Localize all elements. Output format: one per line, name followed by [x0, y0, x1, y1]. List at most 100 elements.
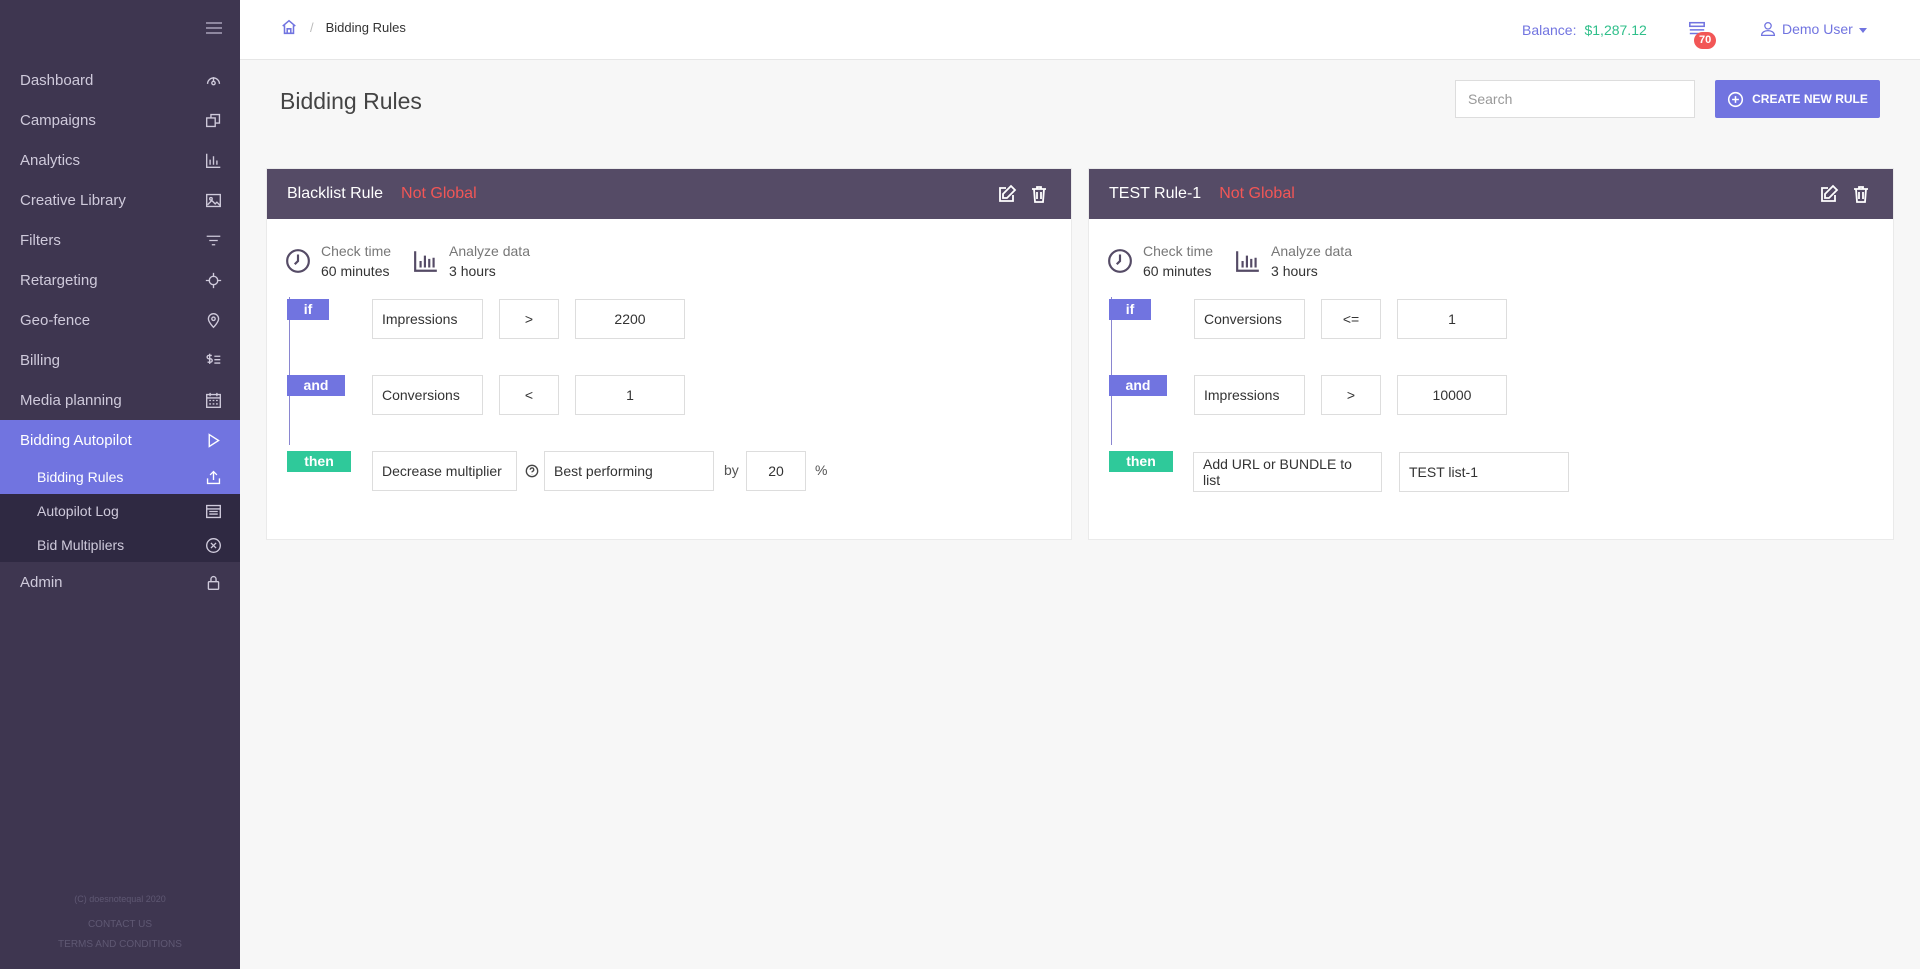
analyze-data: Analyze data 3 hours [413, 241, 530, 281]
if-keyword: if [287, 299, 329, 320]
dashboard-icon [206, 76, 221, 85]
bar-chart-icon [1236, 251, 1259, 272]
sidebar-footer: (C) doesnotequal 2020 CONTACT US TERMS A… [0, 889, 240, 955]
top-bar: / Bidding Rules Balance: $1,287.12 70 Dem… [240, 0, 1920, 60]
then-target-select[interactable]: Best performing [544, 451, 714, 491]
and-operator-select[interactable]: > [1321, 375, 1381, 415]
circle-x-icon [206, 537, 221, 553]
sidebar-item-label: Creative Library [20, 191, 126, 209]
check-time: Check time 60 minutes [285, 241, 391, 281]
and-metric-select[interactable]: Impressions [1194, 375, 1305, 415]
then-action-select[interactable]: Decrease multiplier [372, 451, 517, 491]
sidebar-item-dashboard[interactable]: Dashboard [0, 60, 240, 100]
check-time-value: 60 minutes [321, 263, 390, 279]
sidebar-item-media-planning[interactable]: Media planning [0, 380, 240, 420]
edit-icon[interactable] [1819, 184, 1839, 204]
rule-title: Blacklist Rule [287, 185, 384, 202]
user-icon [1760, 21, 1776, 37]
crosshair-icon [205, 272, 222, 288]
terms-link[interactable]: TERMS AND CONDITIONS [0, 935, 240, 955]
rule-status: Not Global [1219, 185, 1295, 202]
sidebar-item-label: Geo-fence [20, 311, 91, 329]
log-icon [206, 504, 221, 518]
trash-icon[interactable] [1029, 184, 1049, 204]
notifications-badge: 70 [1694, 32, 1717, 49]
sidebar-subitem-label: Autopilot Log [37, 503, 119, 519]
sidebar-item-label: Dashboard [20, 71, 94, 89]
create-new-rule-button[interactable]: CREATE NEW RULE [1715, 80, 1880, 118]
sidebar-item-retargeting[interactable]: Retargeting [0, 260, 240, 300]
breadcrumb: / Bidding Rules [280, 18, 406, 36]
if-value-input[interactable]: 1 [1397, 299, 1507, 339]
sidebar-nav: Dashboard Campaigns Analytics Creative L… [0, 60, 240, 602]
rule-card-header: Blacklist Rule Not Global [267, 169, 1071, 219]
user-name: Demo User [1782, 21, 1853, 37]
trash-icon[interactable] [1851, 184, 1871, 204]
if-metric-select[interactable]: Conversions [1194, 299, 1305, 339]
home-icon[interactable] [280, 18, 298, 36]
page-title: Bidding Rules [280, 88, 422, 114]
edit-icon[interactable] [997, 184, 1017, 204]
campaigns-icon [206, 113, 221, 127]
user-menu[interactable]: Demo User [1760, 21, 1867, 37]
and-operator-select[interactable]: < [499, 375, 559, 415]
search-input[interactable] [1455, 80, 1695, 118]
sidebar-item-billing[interactable]: Billing [0, 340, 240, 380]
sidebar-subitem-autopilot-log[interactable]: Autopilot Log [0, 494, 240, 528]
percent-label: % [815, 462, 828, 478]
if-value-input[interactable]: 2200 [575, 299, 685, 339]
then-value-input[interactable]: 20 [746, 451, 806, 491]
if-operator-select[interactable]: > [499, 299, 559, 339]
create-new-rule-label: CREATE NEW RULE [1752, 92, 1868, 106]
check-time-value: 60 minutes [1143, 263, 1212, 279]
sidebar-subitem-bidding-rules[interactable]: Bidding Rules [0, 460, 240, 494]
sidebar-item-campaigns[interactable]: Campaigns [0, 100, 240, 140]
if-operator-select[interactable]: <= [1321, 299, 1381, 339]
sidebar-subitem-label: Bidding Rules [37, 469, 124, 485]
analyze-data-label: Analyze data [1271, 243, 1352, 259]
sidebar-item-label: Analytics [20, 151, 81, 169]
hamburger-menu-icon[interactable] [206, 22, 222, 34]
check-time: Check time 60 minutes [1107, 241, 1213, 281]
sidebar-subnav: Bidding Rules Autopilot Log Bid Multipli… [0, 460, 240, 562]
analyze-data-value: 3 hours [449, 263, 496, 279]
rule-status: Not Global [401, 185, 477, 202]
if-metric-select[interactable]: Impressions [372, 299, 483, 339]
upload-icon [206, 470, 221, 484]
and-value-input[interactable]: 10000 [1397, 375, 1507, 415]
then-list-select[interactable]: TEST list-1 [1399, 452, 1569, 492]
chevron-down-icon [1858, 27, 1867, 33]
if-keyword: if [1109, 299, 1151, 320]
sidebar-item-analytics[interactable]: Analytics [0, 140, 240, 180]
sidebar-item-creative-library[interactable]: Creative Library [0, 180, 240, 220]
sidebar: Dashboard Campaigns Analytics Creative L… [0, 0, 240, 969]
sidebar-subitem-bid-multipliers[interactable]: Bid Multipliers [0, 528, 240, 562]
check-time-label: Check time [1143, 243, 1214, 259]
rule-card: TEST Rule-1 Not Global Check time 60 minu… [1088, 168, 1894, 540]
image-icon [206, 193, 221, 207]
help-icon[interactable] [525, 464, 539, 478]
sidebar-item-filters[interactable]: Filters [0, 220, 240, 260]
sidebar-item-label: Admin [20, 573, 63, 591]
balance: Balance: $1,287.12 [1522, 22, 1647, 38]
notifications-button[interactable]: 70 [1688, 20, 1717, 49]
analyze-data: Analyze data 3 hours [1235, 241, 1352, 281]
analyze-data-value: 3 hours [1271, 263, 1318, 279]
then-keyword: then [1109, 451, 1173, 472]
then-keyword: then [287, 451, 351, 472]
by-label: by [724, 462, 739, 478]
sidebar-item-admin[interactable]: Admin [0, 562, 240, 602]
rule-meta: Check time 60 minutes Analyze data 3 hours [1107, 241, 1374, 281]
rule-meta: Check time 60 minutes Analyze data 3 hours [285, 241, 552, 281]
sidebar-item-label: Campaigns [20, 111, 96, 129]
then-action-select[interactable]: Add URL or BUNDLE to list [1193, 452, 1382, 492]
sidebar-item-label: Media planning [20, 391, 122, 409]
plus-circle-icon [1728, 91, 1744, 107]
and-keyword: and [1109, 375, 1167, 396]
sidebar-item-bidding-autopilot[interactable]: Bidding Autopilot [0, 420, 240, 460]
contact-us-link[interactable]: CONTACT US [0, 915, 240, 935]
balance-label: Balance: [1522, 22, 1577, 38]
and-metric-select[interactable]: Conversions [372, 375, 483, 415]
sidebar-item-geo-fence[interactable]: Geo-fence [0, 300, 240, 340]
and-value-input[interactable]: 1 [575, 375, 685, 415]
